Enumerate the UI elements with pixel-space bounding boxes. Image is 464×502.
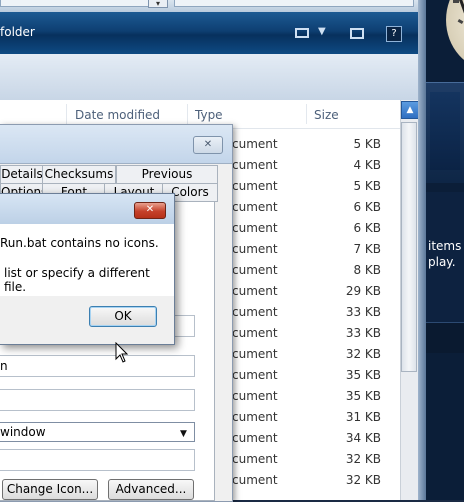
- file-type-cell[interactable]: cument: [232, 347, 278, 361]
- mouse-cursor-icon: [115, 342, 129, 363]
- file-type-cell[interactable]: cument: [232, 389, 278, 403]
- gadget-text: items t: [428, 239, 464, 253]
- file-size-cell[interactable]: 29 KB: [301, 284, 381, 298]
- properties-title-bar[interactable]: ✕: [0, 125, 232, 164]
- file-type-cell[interactable]: cument: [232, 158, 278, 172]
- gadget-screen: [430, 92, 460, 170]
- column-separator[interactable]: [66, 104, 67, 124]
- run-select[interactable]: window ▼: [0, 422, 195, 442]
- file-type-cell[interactable]: cument: [232, 200, 278, 214]
- scroll-up-arrow-icon[interactable]: ▲: [401, 101, 419, 119]
- toolbar-band: [0, 54, 426, 101]
- close-icon[interactable]: ✕: [193, 136, 223, 154]
- file-type-cell[interactable]: cument: [232, 179, 278, 193]
- column-size[interactable]: Size: [314, 108, 339, 122]
- file-size-cell[interactable]: 35 KB: [301, 389, 381, 403]
- file-size-cell[interactable]: 32 KB: [301, 347, 381, 361]
- tab-checksums[interactable]: Checksums: [42, 165, 116, 184]
- file-type-cell[interactable]: cument: [232, 221, 278, 235]
- help-icon[interactable]: ?: [386, 26, 402, 42]
- scroll-thumb[interactable]: [401, 122, 417, 372]
- gadget-panel[interactable]: [426, 322, 464, 353]
- file-type-cell[interactable]: cument: [232, 431, 278, 445]
- clock-tick-icon: [453, 0, 459, 3]
- file-size-cell[interactable]: 33 KB: [301, 326, 381, 340]
- column-type[interactable]: Type: [195, 108, 223, 122]
- dialog-message-line2: list or specify a different file.: [4, 266, 150, 294]
- ok-button[interactable]: OK: [89, 306, 157, 327]
- file-type-cell[interactable]: cument: [232, 410, 278, 424]
- start-in-field[interactable]: n: [0, 355, 195, 377]
- file-size-cell[interactable]: 34 KB: [301, 431, 381, 445]
- views-icon[interactable]: [295, 28, 309, 38]
- change-icon-dialog: ✕ Run.bat contains no icons. list or spe…: [0, 193, 175, 345]
- file-size-cell[interactable]: 33 KB: [301, 305, 381, 319]
- address-bar[interactable]: [0, 0, 150, 7]
- comment-field[interactable]: [0, 449, 195, 471]
- file-size-cell[interactable]: 31 KB: [301, 410, 381, 424]
- file-type-cell[interactable]: cument: [232, 473, 278, 487]
- address-dropdown-icon[interactable]: ▾: [148, 0, 168, 8]
- shortcut-key-field[interactable]: [0, 389, 195, 411]
- column-separator[interactable]: [306, 104, 307, 124]
- column-separator[interactable]: [187, 104, 188, 124]
- file-size-cell[interactable]: 6 KB: [301, 200, 381, 214]
- file-size-cell[interactable]: 32 KB: [301, 473, 381, 487]
- file-size-cell[interactable]: 4 KB: [301, 158, 381, 172]
- file-type-cell[interactable]: cument: [232, 326, 278, 340]
- dialog-message-area: Run.bat contains no icons. list or speci…: [0, 224, 174, 296]
- search-box[interactable]: [174, 0, 414, 7]
- address-bar-area: ▾: [0, 0, 426, 12]
- chevron-down-icon[interactable]: ▼: [180, 425, 187, 443]
- preview-pane-icon[interactable]: [350, 28, 364, 39]
- file-type-cell[interactable]: cument: [232, 242, 278, 256]
- file-type-cell[interactable]: cument: [232, 305, 278, 319]
- file-size-cell[interactable]: 6 KB: [301, 221, 381, 235]
- file-size-cell[interactable]: 8 KB: [301, 263, 381, 277]
- window-frame: [418, 0, 426, 500]
- file-size-cell[interactable]: 7 KB: [301, 242, 381, 256]
- file-type-cell[interactable]: cument: [232, 452, 278, 466]
- file-size-cell[interactable]: 5 KB: [301, 137, 381, 151]
- change-icon-button[interactable]: Change Icon...: [2, 479, 98, 500]
- file-type-cell[interactable]: cument: [232, 263, 278, 277]
- close-icon[interactable]: ✕: [134, 202, 166, 219]
- file-type-cell[interactable]: cument: [232, 284, 278, 298]
- command-bar: folder ▼ ?: [0, 12, 426, 54]
- advanced-button[interactable]: Advanced...: [108, 479, 194, 500]
- gadget-text: play.: [428, 255, 456, 269]
- file-type-cell[interactable]: cument: [232, 368, 278, 382]
- column-date-modified[interactable]: Date modified: [75, 108, 160, 122]
- clock-tick-icon: [457, 18, 464, 25]
- file-size-cell[interactable]: 5 KB: [301, 179, 381, 193]
- views-dropdown-icon[interactable]: ▼: [318, 26, 326, 37]
- run-select-value: window: [0, 425, 46, 439]
- tab-previous-versions[interactable]: Previous Versions: [116, 165, 218, 198]
- file-size-cell[interactable]: 35 KB: [301, 368, 381, 382]
- file-type-cell[interactable]: cument: [232, 137, 278, 151]
- new-folder-button[interactable]: folder: [0, 25, 35, 39]
- dialog-message-line1: Run.bat contains no icons.: [0, 236, 159, 250]
- tab-details[interactable]: Details: [0, 165, 44, 184]
- start-in-value: n: [0, 359, 8, 373]
- clock-gadget[interactable]: [446, 0, 464, 70]
- desktop-sidebar: items t play.: [426, 0, 464, 500]
- file-size-cell[interactable]: 32 KB: [301, 452, 381, 466]
- dialog-title-bar[interactable]: ✕: [0, 194, 174, 224]
